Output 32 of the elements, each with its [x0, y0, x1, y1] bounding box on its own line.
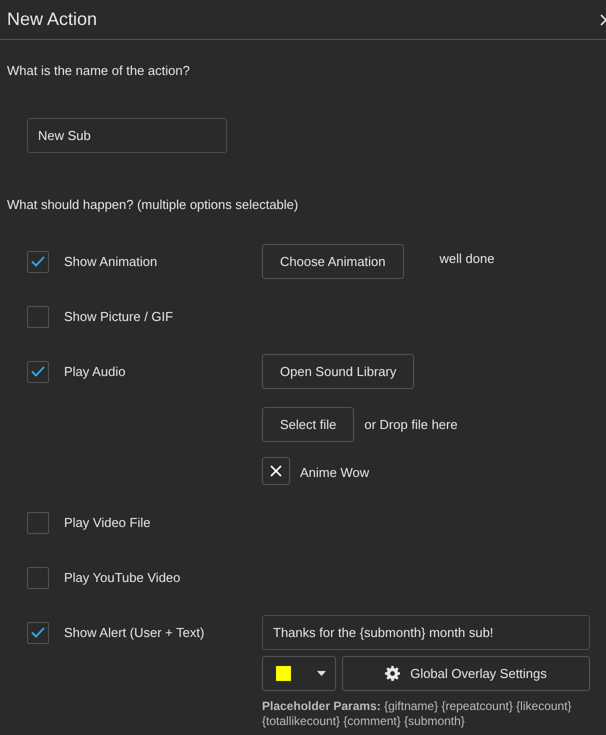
action-name-field[interactable]: New Sub [27, 118, 227, 153]
choose-button[interactable]: Choose Animation [262, 244, 404, 279]
checkbox[interactable] [27, 512, 49, 534]
alert-text-field[interactable]: Thanks for the {submonth} month sub! [262, 615, 590, 650]
library-button[interactable]: Open Sound Library [262, 354, 414, 389]
checkbox[interactable] [27, 306, 49, 328]
color-dropdown[interactable] [262, 656, 336, 691]
checkbox[interactable] [27, 250, 49, 272]
checkmark-icon [31, 627, 45, 638]
placeholder-params-text: Placeholder Params: {giftname} {repeatcount} {likecount} {totallikecount} {comment} {submonth} [262, 699, 573, 729]
drop-hint-text: or Drop file here [364, 417, 458, 432]
option-label: Play YouTube Video [64, 570, 180, 585]
file-name-text: Anime Wow [300, 465, 370, 480]
window-title: New Action [7, 9, 98, 30]
gear-icon [385, 666, 400, 681]
checkmark-icon [31, 256, 45, 267]
remove-button[interactable] [262, 457, 290, 485]
checkbox[interactable] [27, 360, 49, 382]
checkbox[interactable] [27, 622, 49, 644]
overlay-settings-button[interactable]: Global Overlay Settings [342, 656, 590, 691]
option-label: Show Alert (User + Text) [64, 625, 204, 640]
option-label: Play Video File [64, 515, 150, 530]
option-label: Show Picture / GIF [64, 309, 174, 324]
option-label: Show Animation [64, 254, 158, 269]
caret-icon [317, 671, 326, 676]
select-file-button[interactable]: Select file [262, 407, 354, 442]
selected-animation-text: well done [440, 251, 494, 266]
checkmark-icon [31, 366, 45, 377]
question-label: What should happen? (multiple options selectable) [7, 197, 300, 213]
checkbox[interactable] [27, 566, 49, 588]
question-label: What is the name of the action? [7, 63, 191, 79]
option-label: Play Audio [64, 364, 126, 379]
